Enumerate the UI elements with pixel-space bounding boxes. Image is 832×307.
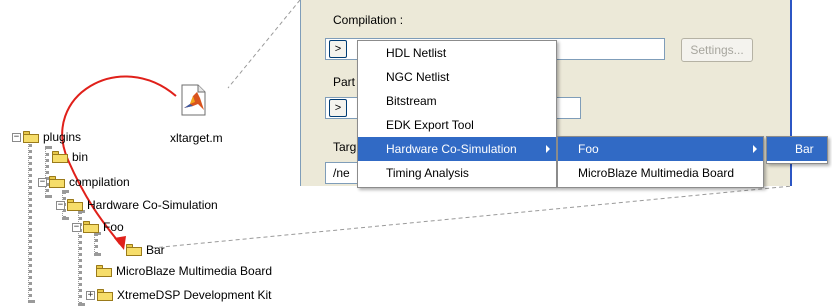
collapse-icon[interactable]: − xyxy=(12,132,21,142)
menu-item-label: NGC Netlist xyxy=(386,70,450,84)
foo-submenu: Bar xyxy=(766,136,828,164)
red-arrowhead xyxy=(114,236,126,250)
collapse-icon[interactable]: − xyxy=(72,222,81,232)
tree-item-compilation[interactable]: − compilation xyxy=(38,172,130,192)
folder-icon xyxy=(97,289,113,301)
hardware-co-simulation-submenu: Foo MicroBlaze Multimedia Board xyxy=(557,136,764,188)
compilation-menu: HDL Netlist NGC Netlist Bitstream EDK Ex… xyxy=(357,40,557,188)
menu-item-label: EDK Export Tool xyxy=(386,118,474,132)
menu-item-label: Timing Analysis xyxy=(386,166,469,180)
menu-item-label: Bitstream xyxy=(386,94,437,108)
folder-icon xyxy=(23,131,39,143)
folder-icon xyxy=(83,221,99,233)
tree-item-microblaze-multimedia-board[interactable]: MicroBlaze Multimedia Board xyxy=(96,261,272,281)
tree-item-label: Hardware Co-Simulation xyxy=(87,198,218,212)
folder-icon xyxy=(52,151,68,163)
menu-item-timing-analysis[interactable]: Timing Analysis xyxy=(358,161,556,185)
menu-item-bitstream[interactable]: Bitstream xyxy=(358,89,556,113)
folder-icon xyxy=(67,199,83,211)
folder-icon xyxy=(126,244,142,256)
menu-item-hardware-co-simulation[interactable]: Hardware Co-Simulation xyxy=(358,137,556,161)
menu-item-label: Bar xyxy=(795,142,814,156)
menu-item-label: HDL Netlist xyxy=(386,46,447,60)
menu-item-label: MicroBlaze Multimedia Board xyxy=(578,166,735,180)
tree-guide-1 xyxy=(28,137,32,303)
submenu-arrow-icon xyxy=(753,145,757,153)
tree-item-label: MicroBlaze Multimedia Board xyxy=(116,264,273,278)
matlab-file-icon[interactable] xyxy=(178,84,208,116)
compilation-label: Compilation : xyxy=(333,13,404,27)
expand-icon[interactable]: + xyxy=(86,290,95,300)
settings-button[interactable]: Settings... xyxy=(681,38,753,62)
tree-item-label: bin xyxy=(72,150,89,164)
folder-icon xyxy=(96,265,112,277)
menu-item-label: Foo xyxy=(578,142,599,156)
dashed-connector-top xyxy=(227,0,301,89)
submenu-item-bar[interactable]: Bar xyxy=(767,137,827,161)
collapse-icon[interactable]: − xyxy=(56,200,65,210)
menu-item-hdl-netlist[interactable]: HDL Netlist xyxy=(358,41,556,65)
tree-item-label: Foo xyxy=(103,220,124,234)
submenu-item-foo[interactable]: Foo xyxy=(558,137,763,161)
menu-item-ngc-netlist[interactable]: NGC Netlist xyxy=(358,65,556,89)
tree-item-hardware-co-simulation[interactable]: − Hardware Co-Simulation xyxy=(56,195,218,215)
folder-icon xyxy=(49,176,65,188)
menu-item-label: Hardware Co-Simulation xyxy=(386,142,517,156)
tree-item-bar[interactable]: Bar xyxy=(126,240,165,260)
tree-item-label: XtremeDSP Development Kit xyxy=(117,288,272,302)
collapse-icon[interactable]: − xyxy=(38,177,47,187)
tree-item-foo[interactable]: − Foo xyxy=(72,217,124,237)
file-name-label: xltarget.m xyxy=(170,131,223,145)
part-expand-button[interactable]: > xyxy=(329,99,347,117)
menu-item-edk-export-tool[interactable]: EDK Export Tool xyxy=(358,113,556,137)
tree-item-label: plugins xyxy=(43,130,82,144)
target-label: Targ xyxy=(333,140,357,154)
tree-item-label: Bar xyxy=(146,243,165,257)
submenu-item-microblaze-multimedia-board[interactable]: MicroBlaze Multimedia Board xyxy=(558,161,763,185)
compilation-expand-button[interactable]: > xyxy=(329,40,347,58)
tree-item-label: compilation xyxy=(69,175,130,189)
submenu-arrow-icon xyxy=(546,145,550,153)
matlab-logo-icon xyxy=(181,84,206,116)
part-label: Part xyxy=(333,75,356,89)
tree-item-xtremedsp-development-kit[interactable]: + XtremeDSP Development Kit xyxy=(86,285,272,305)
tree-item-bin[interactable]: bin xyxy=(52,147,88,167)
dashed-connector-bottom xyxy=(151,185,793,249)
target-path-text: /ne xyxy=(333,166,350,180)
tree-item-plugins[interactable]: − plugins xyxy=(12,127,81,147)
